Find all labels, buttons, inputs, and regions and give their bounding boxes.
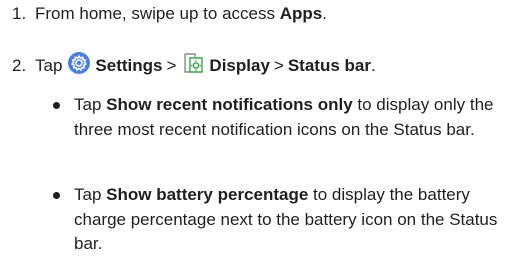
display-label: Display [209, 56, 270, 75]
bullet-text: Tap Show battery percentage to display t… [74, 185, 498, 253]
step-number: 2. [12, 56, 27, 75]
step-2: 2. Tap Settings > Display > Status bar. [12, 52, 376, 80]
bullet-item: Tap Show battery percentage to display t… [53, 183, 508, 257]
step-1: 1. From home, swipe up to access Apps. [12, 3, 327, 25]
display-brightness-icon [182, 52, 204, 80]
step-number: 1. [12, 4, 27, 23]
step-text: From home, swipe up to access Apps. [35, 4, 327, 23]
show-battery-percentage-label: Show battery percentage [106, 185, 309, 204]
breadcrumb-separator: > [166, 56, 177, 75]
settings-gear-icon [68, 52, 91, 80]
breadcrumb-separator: > [273, 56, 284, 75]
bullet-item: Tap Show recent notifications only to di… [53, 93, 508, 142]
bullet-dot [53, 102, 60, 109]
apps-label: Apps [279, 4, 323, 23]
bullet-dot [53, 192, 60, 199]
status-bar-label: Status bar [287, 56, 371, 75]
settings-label: Settings [95, 56, 163, 75]
show-recent-notifications-label: Show recent notifications only [106, 95, 353, 114]
bullet-text: Tap Show recent notifications only to di… [74, 95, 494, 139]
